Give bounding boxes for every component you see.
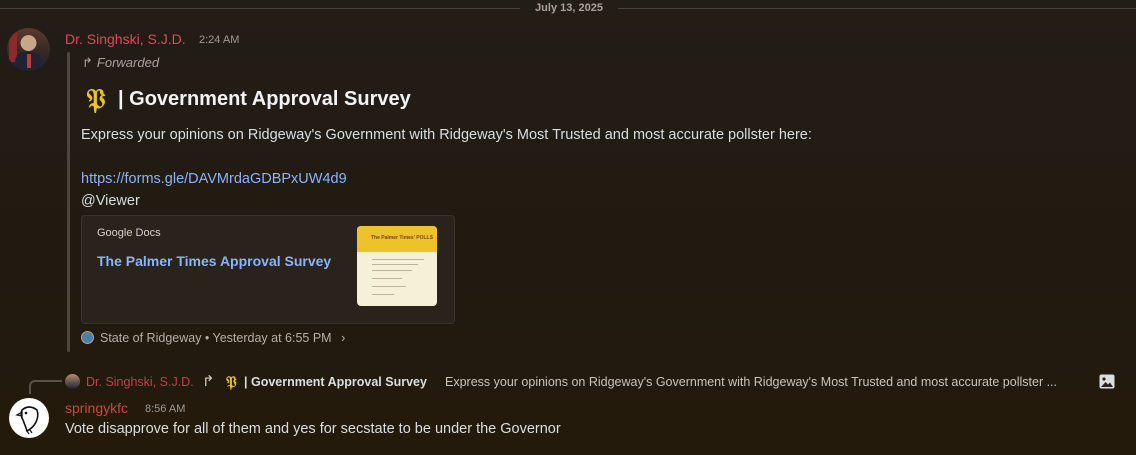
source-text: State of Ridgeway • Yesterday at 6:55 PM bbox=[100, 331, 332, 345]
author-avatar[interactable] bbox=[9, 398, 49, 438]
chevron-right-icon: › bbox=[341, 331, 346, 345]
author-name[interactable]: springykfc bbox=[65, 400, 128, 416]
author-avatar[interactable] bbox=[7, 28, 50, 71]
message-body: Vote disapprove for all of them and yes … bbox=[65, 421, 561, 437]
forward-bar bbox=[67, 52, 70, 352]
forward-icon: ↱ bbox=[82, 55, 93, 70]
palmer-logo-icon: 𝔓 bbox=[86, 84, 106, 115]
message-timestamp: 8:56 AM bbox=[145, 403, 186, 415]
palmer-logo-icon: 𝔓 bbox=[226, 373, 237, 391]
thumb-header: The Palmer Times' POLLS bbox=[371, 235, 433, 241]
mention[interactable]: @Viewer bbox=[81, 193, 140, 209]
reply-title[interactable]: | Government Approval Survey bbox=[244, 375, 427, 389]
forward-source[interactable]: State of Ridgeway • Yesterday at 6:55 PM… bbox=[81, 331, 345, 345]
reply-avatar[interactable] bbox=[65, 374, 80, 389]
image-icon bbox=[1099, 374, 1115, 389]
embed-title[interactable]: The Palmer Times Approval Survey bbox=[97, 253, 331, 269]
forward-icon: ↱ bbox=[202, 373, 215, 390]
reply-connector bbox=[29, 380, 62, 394]
message-title: | Government Approval Survey bbox=[118, 88, 411, 110]
date-divider-right bbox=[618, 8, 1136, 9]
server-icon bbox=[81, 331, 94, 344]
embed-thumbnail[interactable]: The Palmer Times' POLLS bbox=[357, 226, 437, 306]
reply-preview[interactable]: Express your opinions on Ridgeway's Gove… bbox=[445, 375, 1057, 389]
embed-provider[interactable]: Google Docs bbox=[97, 227, 161, 239]
message-timestamp: 2:24 AM bbox=[199, 34, 240, 46]
forwarded-header: ↱ Forwarded bbox=[82, 55, 159, 71]
date-divider-label: July 13, 2025 bbox=[535, 2, 603, 14]
date-divider-left bbox=[0, 8, 520, 9]
link-embed: Google Docs The Palmer Times Approval Su… bbox=[81, 215, 455, 324]
author-name[interactable]: Dr. Singhski, S.J.D. bbox=[65, 31, 186, 47]
survey-link[interactable]: https://forms.gle/DAVMrdaGDBPxUW4d9 bbox=[81, 171, 347, 187]
forwarded-label: Forwarded bbox=[96, 55, 160, 70]
message-body: Express your opinions on Ridgeway's Gove… bbox=[81, 127, 812, 143]
reply-author[interactable]: Dr. Singhski, S.J.D. bbox=[86, 375, 194, 389]
